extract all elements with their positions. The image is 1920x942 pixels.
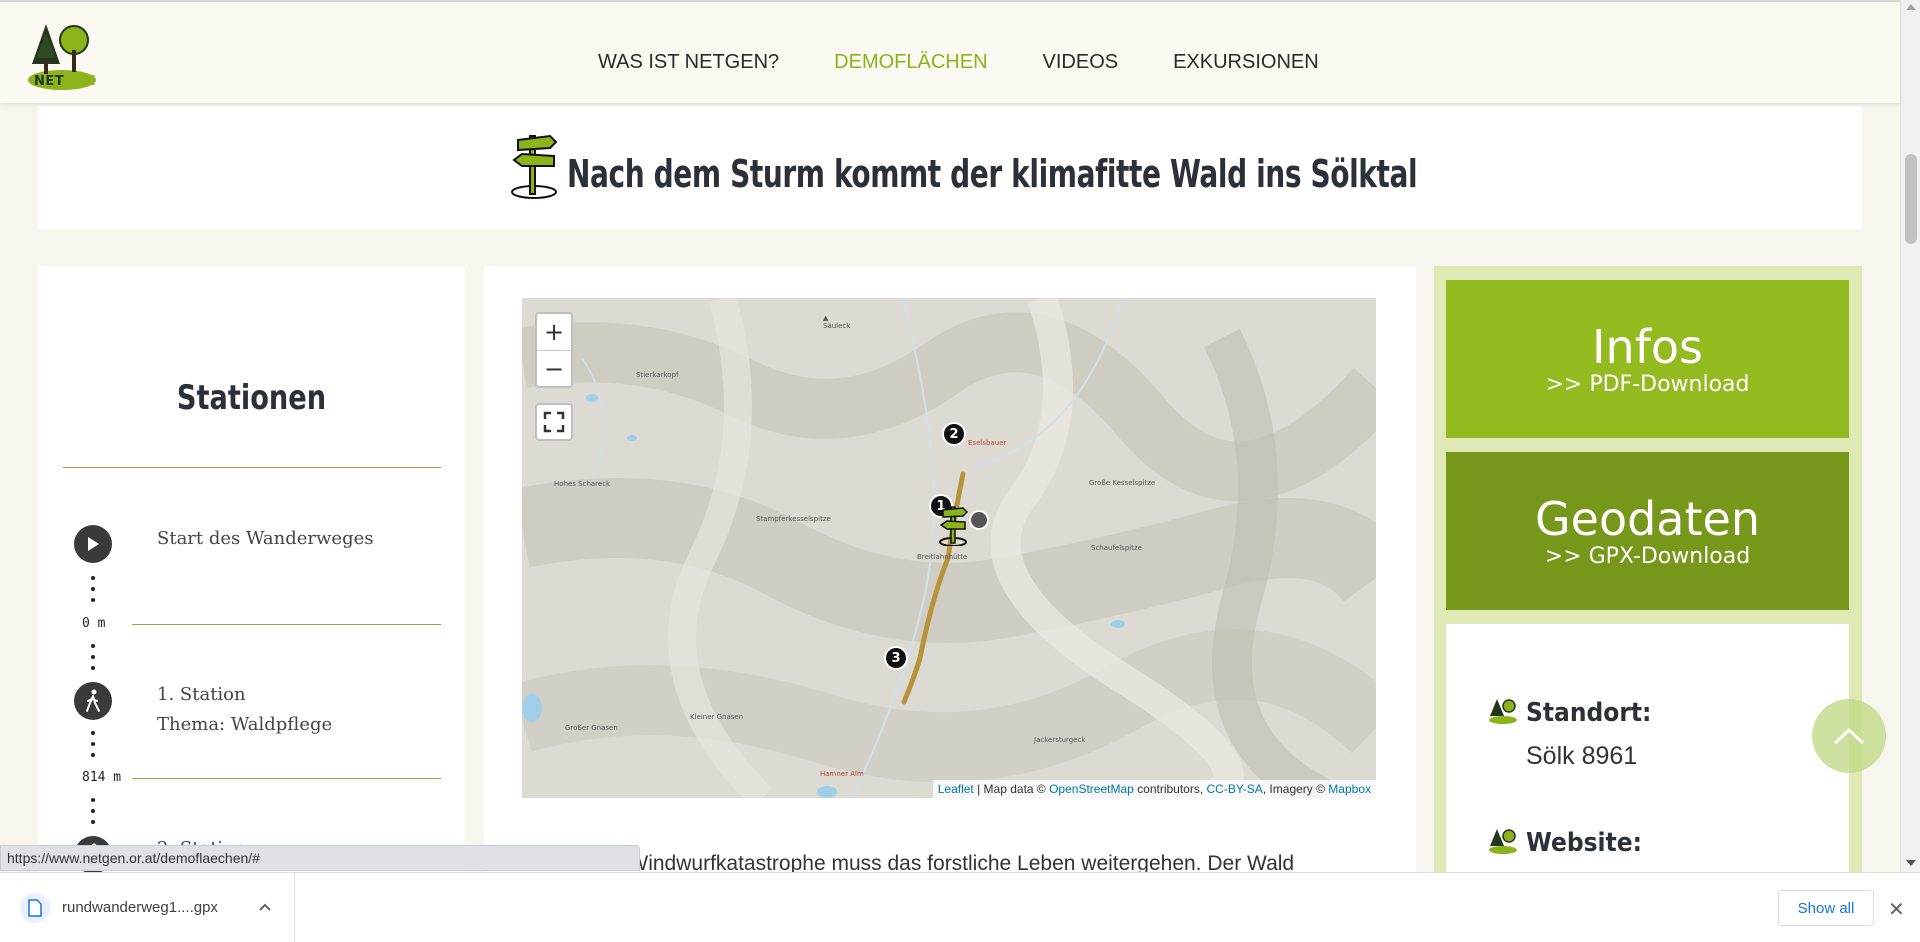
file-icon [20, 893, 50, 923]
geo-title: Geodaten [1535, 492, 1760, 546]
chevron-up-icon[interactable] [258, 897, 272, 916]
map-label: Hamner Alm [820, 770, 864, 778]
scroll-down-arrow-icon[interactable] [1906, 860, 1916, 866]
map-label: Großer Gnasen [565, 724, 618, 732]
divider [63, 467, 441, 468]
logo-net: NET [34, 74, 65, 89]
main-content: ▲ Säuleck Stierkarkopf Hohes Schareck Sta… [484, 266, 1416, 906]
zoom-control: + − [535, 312, 573, 388]
attrib-text: | Map data © [973, 782, 1050, 796]
fullscreen-button[interactable] [535, 403, 573, 441]
station-1-title: 1. Station [157, 684, 246, 705]
station-marker-3[interactable]: 3 [884, 646, 908, 670]
nav-exkursionen[interactable]: EXKURSIONEN [1173, 51, 1319, 74]
link-status-url: https://www.netgen.or.at/demoflaechen/# [0, 845, 640, 871]
nav-was-ist-netgen[interactable]: WAS IST NETGEN? [598, 51, 779, 74]
leaflet-link[interactable]: Leaflet [938, 782, 974, 796]
page-scrollbar[interactable] [1900, 0, 1920, 872]
route-map[interactable]: ▲ Säuleck Stierkarkopf Hohes Schareck Sta… [522, 298, 1376, 798]
station-start[interactable]: Start des Wanderweges [157, 524, 374, 554]
stations-panel: Stationen Start des Wanderweges 0 m 1. S… [38, 266, 465, 906]
attrib-text: contributors, [1133, 782, 1207, 796]
page-title: Nach dem Sturm kommt der klimafitte Wald… [567, 152, 1418, 196]
main-nav: WAS IST NETGEN? DEMOFLÄCHEN VIDEOS EXKUR… [598, 51, 1374, 74]
scroll-up-arrow-icon[interactable] [1906, 4, 1916, 10]
license-link[interactable]: CC-BY-SA [1207, 782, 1263, 796]
zoom-in-button[interactable]: + [537, 314, 571, 350]
nav-demoflaechen[interactable]: DEMOFLÄCHEN [834, 51, 987, 74]
station-1-theme: Thema: Waldpflege [157, 714, 333, 735]
nav-videos[interactable]: VIDEOS [1043, 51, 1119, 74]
map-label: Jackersturgeck [1034, 736, 1086, 744]
geo-subtitle: >> GPX-Download [1544, 544, 1751, 569]
signpost-marker-icon[interactable] [939, 504, 969, 550]
attrib-text: , Imagery © [1262, 782, 1329, 796]
dots-connector [91, 731, 95, 764]
geodaten-gpx-button[interactable]: Geodaten >> GPX-Download [1446, 452, 1849, 610]
tree-icon [1488, 828, 1518, 854]
map-label: Stierkarkopf [636, 371, 679, 379]
stations-heading: Stationen [176, 378, 327, 418]
osm-link[interactable]: OpenStreetMap [1049, 782, 1134, 796]
dots-connector [91, 576, 95, 609]
divider [132, 778, 441, 779]
show-all-button[interactable]: Show all [1778, 890, 1874, 926]
scroll-thumb[interactable] [1905, 154, 1917, 244]
signpost-icon [510, 130, 562, 200]
play-icon[interactable] [74, 525, 112, 563]
download-item[interactable]: rundwanderweg1....gpx [0, 873, 295, 942]
infos-pdf-button[interactable]: Infos >> PDF-Download [1446, 280, 1849, 438]
infos-subtitle: >> PDF-Download [1545, 372, 1750, 397]
map-label: Breitlahnhütte [917, 553, 968, 561]
dots-connector [91, 644, 95, 677]
divider [132, 624, 441, 625]
hiker-icon[interactable] [74, 682, 112, 720]
station-1[interactable]: 1. Station Thema: Waldpflege [157, 680, 332, 740]
station-marker-2[interactable]: 2 [942, 422, 966, 446]
close-icon[interactable]: ✕ [1888, 897, 1905, 922]
download-bar: rundwanderweg1....gpx Show all ✕ [0, 872, 1920, 942]
distance-label: 0 m [82, 616, 106, 631]
infos-title: Infos [1591, 320, 1704, 374]
map-label: Eselsbauer [968, 439, 1007, 447]
standort-value: Sölk 8961 [1526, 742, 1638, 770]
tree-icon [1488, 698, 1518, 724]
map-label: Hohes Schareck [554, 480, 611, 488]
sidebar: Infos >> PDF-Download Geodaten >> GPX-Do… [1434, 266, 1862, 924]
dots-connector [91, 798, 95, 831]
map-label: Große Kesselspitze [1089, 479, 1156, 487]
logo-gen: GEN [64, 74, 97, 89]
scroll-to-top-button[interactable] [1812, 699, 1886, 773]
map-attribution: Leaflet | Map data © OpenStreetMap contr… [932, 780, 1376, 798]
mapbox-link[interactable]: Mapbox [1328, 782, 1371, 796]
station-start-label: Start des Wanderweges [157, 528, 374, 549]
chevron-up-icon [1833, 727, 1865, 745]
logo-wordmark: NETGEN [34, 74, 96, 89]
standort-label: Standort: [1526, 698, 1652, 728]
fullscreen-icon [543, 411, 565, 433]
zoom-out-button[interactable]: − [537, 350, 571, 386]
website-label: Website: [1526, 828, 1642, 858]
map-label: ▲ Säuleck [823, 314, 851, 330]
start-marker-icon[interactable] [969, 510, 989, 530]
map-label: Schaufelspitze [1091, 544, 1142, 552]
distance-label: 814 m [82, 770, 122, 785]
map-label: Kleiner Gnasen [690, 713, 744, 721]
download-file-name: rundwanderweg1....gpx [62, 899, 218, 916]
map-label: Stampferkesselspitze [756, 515, 831, 523]
site-header: NETGEN WAS IST NETGEN? DEMOFLÄCHEN VIDEO… [0, 0, 1900, 103]
